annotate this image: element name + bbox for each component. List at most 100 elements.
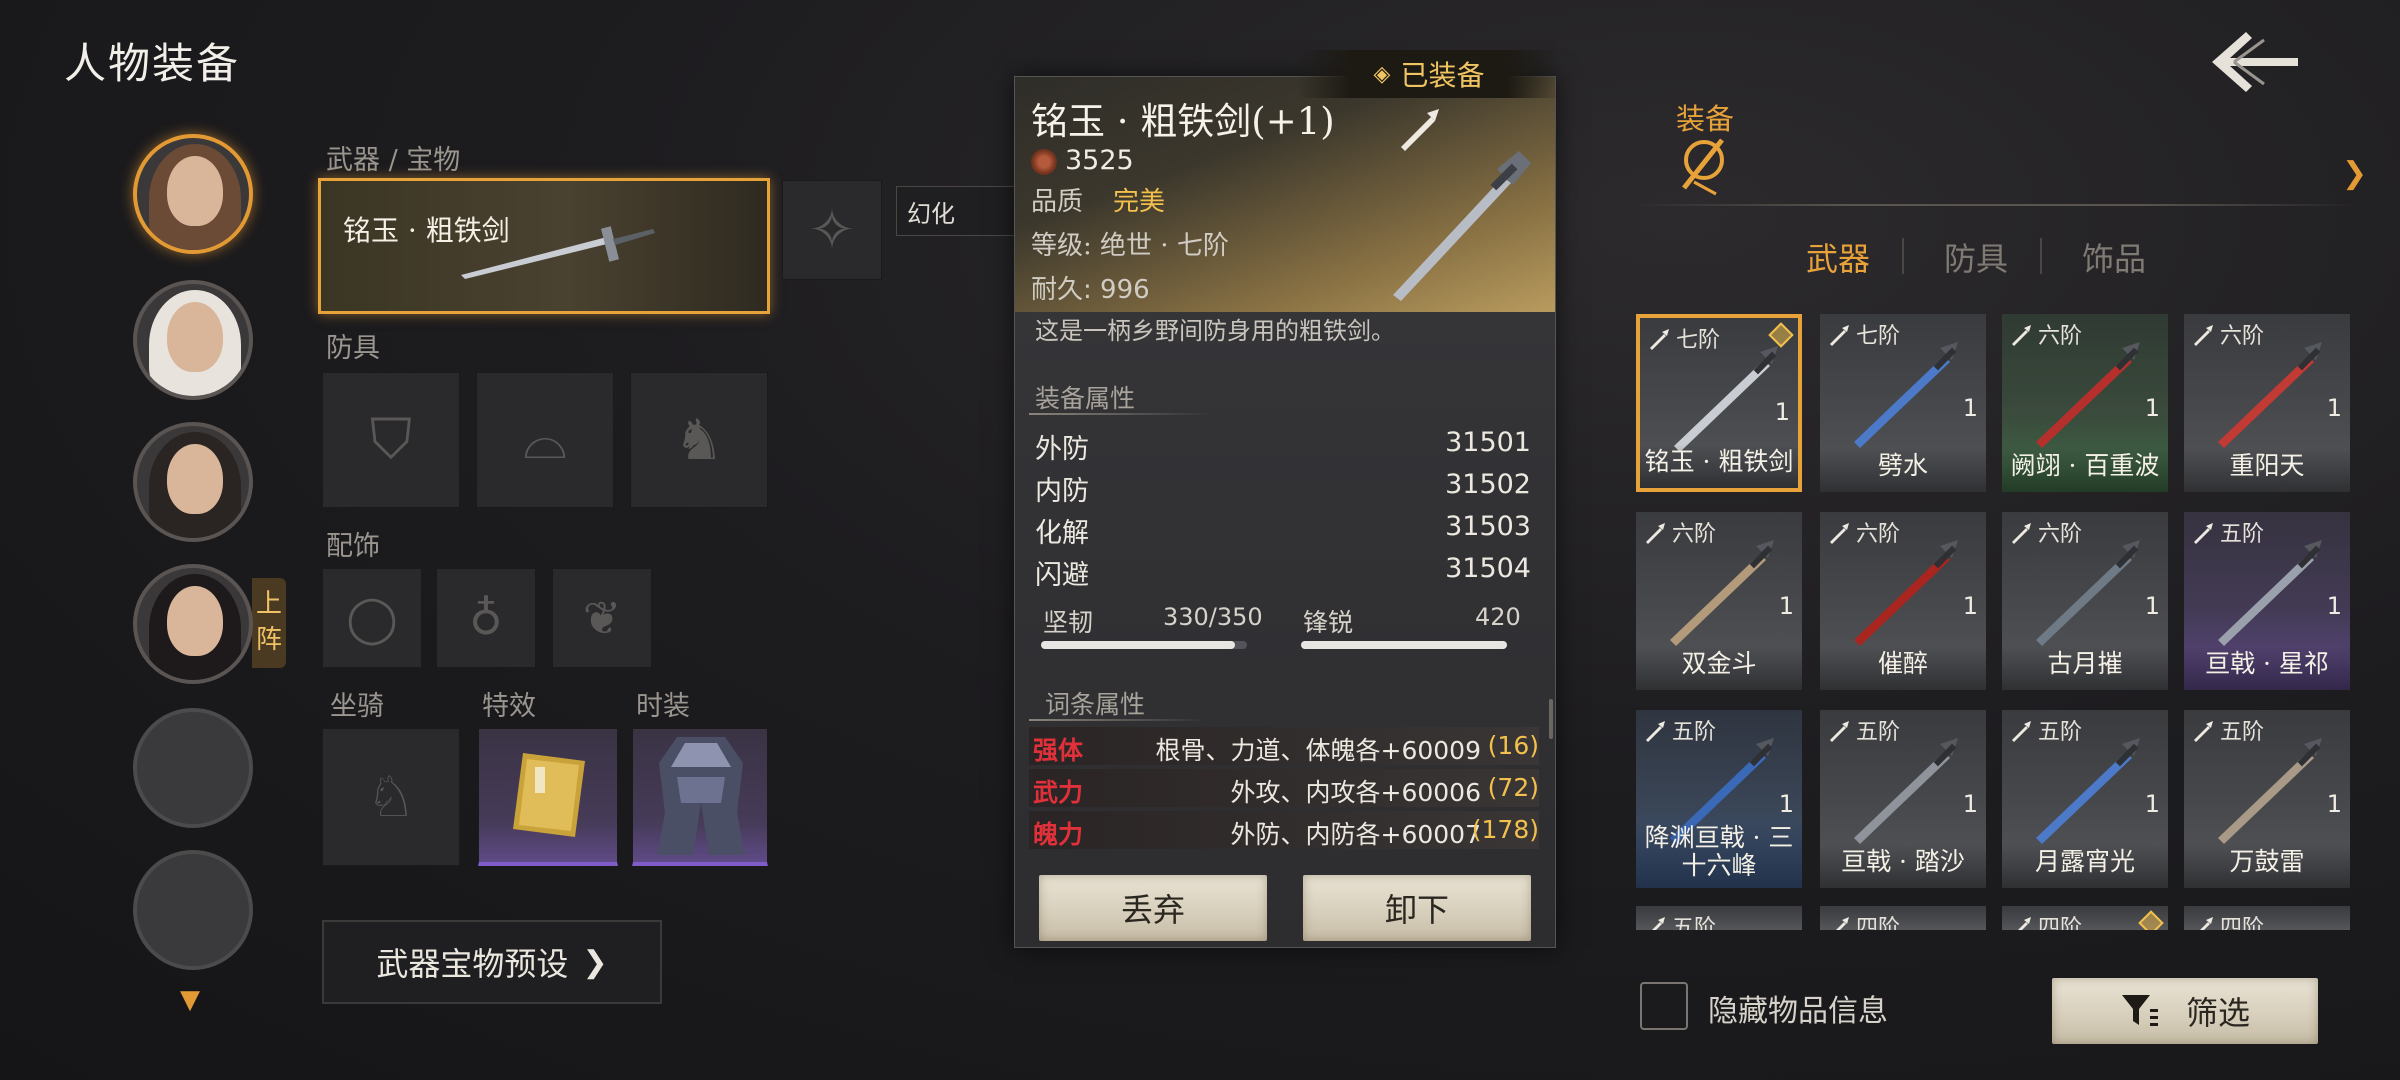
sword-icon: [461, 226, 655, 279]
affix-row: 强体 根骨、力道、体魄各+60009 (16): [1029, 727, 1539, 765]
ring-icon: ◯: [346, 591, 398, 645]
inventory-item[interactable]: 五阶 1 万鼓雷: [2184, 710, 2350, 888]
inventory-item[interactable]: 四阶: [2184, 906, 2350, 930]
item-name: 降渊亘戟 · 三十六峰: [1636, 820, 1802, 888]
weapon-icon: [2218, 342, 2322, 448]
accessory-section-label: 配饰: [326, 531, 380, 562]
weapon-preset-button[interactable]: 武器宝物预设 ❯: [322, 920, 662, 1004]
category-tab[interactable]: 饰品: [2082, 234, 2146, 280]
filter-button[interactable]: 筛选: [2052, 978, 2318, 1044]
item-quantity: 1: [2326, 592, 2342, 620]
armor-slot-body[interactable]: ⛉: [322, 372, 460, 508]
inventory-item[interactable]: 五阶 1 亘戟 · 踏沙: [1820, 710, 1986, 888]
weapon-preset-label: 武器宝物预设: [376, 945, 569, 983]
attr-value: 31501: [1445, 427, 1531, 458]
item-detail-panel: 铭玉 · 粗铁剑(+1) 3525 品质 完美 等级: 绝世 · 七阶 耐久: …: [1014, 76, 1556, 948]
inventory-item[interactable]: 五阶 1 亘戟 · 星祁: [2184, 512, 2350, 690]
filter-label: 筛选: [2185, 994, 2250, 1032]
inventory-item[interactable]: 六阶 1 古月摧: [2002, 512, 2168, 690]
pendant-icon: ♁: [469, 591, 503, 645]
inventory-item[interactable]: 六阶 1 双金斗: [1636, 512, 1802, 690]
affix-value: 外攻、内攻各+60006: [1230, 778, 1481, 807]
unequip-button[interactable]: 卸下: [1303, 875, 1531, 941]
empty-character-slot[interactable]: [133, 850, 253, 970]
weapon-icon: [2036, 342, 2140, 448]
attr-value: 31502: [1445, 469, 1531, 500]
avatar-face: [167, 302, 223, 372]
weapon-icon: [2218, 540, 2322, 646]
affix-name: 魄力: [1033, 820, 1084, 849]
weapon-icon: [1674, 346, 1778, 452]
inventory-item[interactable]: 五阶 1 月露宵光: [2002, 710, 2168, 888]
inventory-item[interactable]: 五阶 1 降渊亘戟 · 三十六峰: [1636, 710, 1802, 888]
item-tier: 四阶: [2038, 916, 2083, 930]
inventory-item[interactable]: 六阶 1 阙翊 · 百重波: [2002, 314, 2168, 492]
weapon-section-label: 武器 / 宝物: [326, 145, 461, 176]
outfit-section-label: 时装: [636, 691, 690, 722]
character-avatar[interactable]: [133, 280, 253, 400]
affix-name: 武力: [1033, 778, 1084, 807]
quality-value: 完美: [1113, 187, 1166, 217]
item-name: 亘戟 · 星祁: [2184, 646, 2350, 690]
item-name: 双金斗: [1636, 646, 1802, 690]
accessory-slot-pendant[interactable]: ♁: [436, 568, 536, 668]
effect-slot[interactable]: [478, 728, 618, 866]
affix-scrollbar[interactable]: [1549, 699, 1553, 739]
weapon-slot[interactable]: 铭玉 · 粗铁剑: [318, 178, 770, 314]
category-tab[interactable]: 武器: [1806, 234, 1870, 280]
inventory-item[interactable]: 七阶 1 铭玉 · 粗铁剑: [1636, 314, 1802, 492]
empty-character-slot[interactable]: [133, 708, 253, 828]
tab-divider: [1630, 204, 2360, 206]
deploy-tab[interactable]: 上阵: [252, 578, 286, 668]
character-avatar[interactable]: [133, 564, 253, 684]
accessory-slot-charm[interactable]: ❦: [552, 568, 652, 668]
item-quantity: 1: [1962, 790, 1978, 818]
tab-separator: [1902, 238, 1904, 274]
mount-section-label: 坐骑: [330, 691, 384, 722]
sharpness-label: 锋锐: [1303, 608, 1354, 637]
chevron-right-icon[interactable]: ❯: [2342, 156, 2367, 191]
affix-value: 根骨、力道、体魄各+60009: [1155, 736, 1481, 765]
attr-divider: [1029, 413, 1209, 415]
phantom-button[interactable]: 幻化: [896, 186, 1016, 236]
chevron-down-icon[interactable]: ▼: [180, 985, 200, 1015]
item-quantity: 1: [2144, 790, 2160, 818]
outfit-armor-icon: [657, 737, 745, 855]
back-arrow-icon[interactable]: [2204, 22, 2304, 102]
inventory-item[interactable]: 六阶 1 催醉: [1820, 512, 1986, 690]
equip-tab-icon[interactable]: [1678, 132, 1730, 196]
item-tier: 五阶: [1672, 916, 1717, 930]
avatar-face: [167, 156, 223, 226]
inventory-item[interactable]: 四阶: [2002, 906, 2168, 930]
character-avatar[interactable]: [133, 134, 253, 254]
affix-value: 外防、内防各+60007: [1230, 820, 1481, 849]
weapon-type-icon: [2200, 917, 2213, 930]
category-tab[interactable]: 防具: [1944, 234, 2008, 280]
inventory-item[interactable]: 五阶: [1636, 906, 1802, 930]
item-quantity: 1: [1774, 398, 1790, 426]
item-durability: 耐久: 996: [1031, 275, 1150, 305]
armor-section-label: 防具: [326, 333, 380, 364]
inventory-item[interactable]: 六阶 1 重阳天: [2184, 314, 2350, 492]
armor-slot-belt[interactable]: ⌓: [476, 372, 614, 508]
outfit-slot[interactable]: [632, 728, 768, 866]
character-avatar[interactable]: [133, 422, 253, 542]
hide-info-checkbox[interactable]: [1640, 982, 1688, 1030]
tab-separator: [2040, 238, 2042, 274]
affix-level: (178): [1471, 815, 1539, 844]
affix-row: 魄力 外防、内防各+60007 (178): [1029, 811, 1539, 849]
weapon-icon: [2036, 738, 2140, 844]
power-coin-icon: [1031, 149, 1057, 175]
attr-name: 闪避: [1035, 560, 1089, 591]
inventory-item[interactable]: 七阶 1 劈水: [1820, 314, 1986, 492]
attr-row: 闪避 31504: [1035, 549, 1531, 591]
mount-slot[interactable]: ♘: [322, 728, 460, 866]
effect-section-label: 特效: [482, 691, 536, 722]
sharpness-bar: [1301, 641, 1507, 649]
armor-slot-boots[interactable]: ♞: [630, 372, 768, 508]
treasure-slot[interactable]: ✧: [782, 180, 882, 280]
inventory-item[interactable]: 四阶: [1820, 906, 1986, 930]
discard-button[interactable]: 丢弃: [1039, 875, 1267, 941]
sword-icon: [1393, 151, 1531, 301]
accessory-slot-ring[interactable]: ◯: [322, 568, 422, 668]
